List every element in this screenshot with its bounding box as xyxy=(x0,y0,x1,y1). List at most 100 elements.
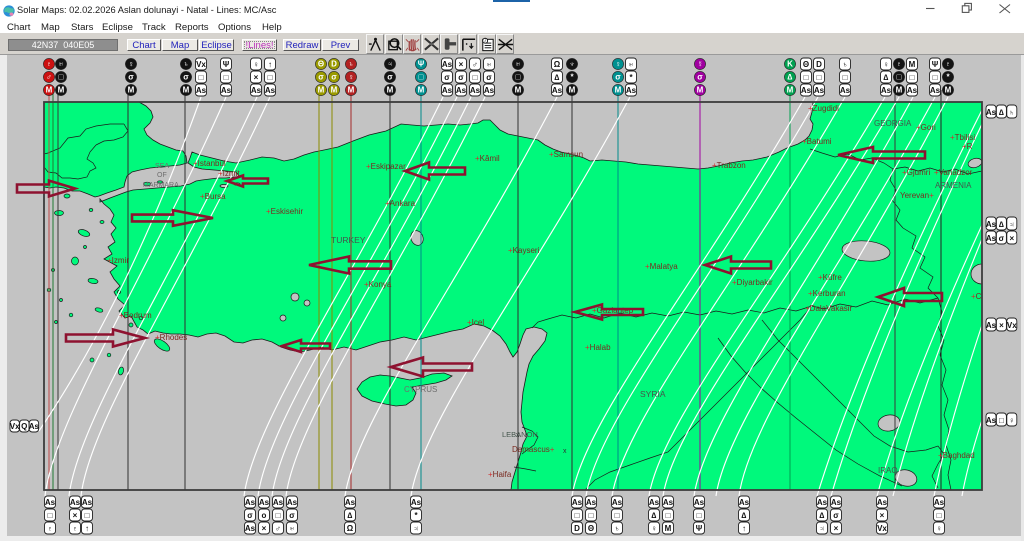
svg-text:K: K xyxy=(787,60,793,69)
svg-text:As: As xyxy=(442,60,453,69)
svg-text:M: M xyxy=(615,86,622,95)
svg-text:M: M xyxy=(945,86,952,95)
svg-text:As: As xyxy=(986,416,997,425)
svg-text:+Gaziantep: +Gaziantep xyxy=(592,306,634,315)
svg-text:D: D xyxy=(331,60,337,69)
svg-text:Ψ: Ψ xyxy=(418,60,425,69)
svg-text:As: As xyxy=(411,498,422,507)
svg-text:+Ankara: +Ankara xyxy=(385,199,416,208)
svg-text:□: □ xyxy=(268,73,273,82)
svg-text:As: As xyxy=(265,86,276,95)
svg-text:+Haifa: +Haifa xyxy=(488,470,512,479)
svg-text:+Baghdad: +Baghdad xyxy=(938,451,975,460)
svg-text:As: As xyxy=(831,498,842,507)
svg-text:∆: ∆ xyxy=(742,511,747,520)
svg-text:As: As xyxy=(986,108,997,117)
svg-text:♀: ♀ xyxy=(128,60,134,69)
svg-text:□: □ xyxy=(276,511,281,520)
svg-text:σ: σ xyxy=(128,73,134,82)
svg-text:+Samsun: +Samsun xyxy=(549,150,583,159)
svg-text:σ: σ xyxy=(247,511,253,520)
svg-text:As: As xyxy=(221,86,232,95)
svg-text:As: As xyxy=(663,498,674,507)
svg-text:+Kâmil: +Kâmil xyxy=(475,154,500,163)
svg-text:↑: ↑ xyxy=(85,524,89,533)
svg-text:As: As xyxy=(552,86,563,95)
svg-text:σ: σ xyxy=(458,73,464,82)
svg-text:∆: ∆ xyxy=(884,73,889,82)
svg-text:As: As xyxy=(986,234,997,243)
svg-text:♀: ♀ xyxy=(253,60,259,69)
svg-text:+Bodrum: +Bodrum xyxy=(119,311,152,320)
svg-text:σ: σ xyxy=(444,73,450,82)
svg-text:□: □ xyxy=(817,73,822,82)
svg-text:σ: σ xyxy=(289,511,295,520)
svg-text:IRAQ: IRAQ xyxy=(878,466,898,475)
svg-text:As: As xyxy=(930,86,941,95)
svg-text:♃: ♃ xyxy=(413,524,419,533)
svg-text:×: × xyxy=(73,511,78,520)
svg-text:M: M xyxy=(58,86,65,95)
svg-text:As: As xyxy=(694,498,705,507)
svg-text:×: × xyxy=(834,524,839,533)
svg-text:Yerevan+: Yerevan+ xyxy=(900,191,934,200)
svg-text:+Eskisehir: +Eskisehir xyxy=(266,207,303,216)
svg-text:Θ: Θ xyxy=(318,60,324,69)
svg-text:♂: ♂ xyxy=(46,73,52,82)
svg-text:♅: ♅ xyxy=(289,524,295,533)
svg-text:M: M xyxy=(183,86,190,95)
svg-text:As: As xyxy=(612,498,623,507)
svg-text:♄: ♄ xyxy=(183,60,189,69)
svg-text:□: □ xyxy=(843,73,848,82)
svg-text:As: As xyxy=(273,498,284,507)
svg-text:As: As xyxy=(259,498,270,507)
svg-text:Q: Q xyxy=(21,422,27,431)
svg-text:□: □ xyxy=(804,73,809,82)
svg-text:M: M xyxy=(787,86,794,95)
svg-text:Vx: Vx xyxy=(10,422,20,431)
svg-text:As: As xyxy=(572,498,583,507)
svg-text:M: M xyxy=(909,60,916,69)
svg-text:□: □ xyxy=(473,73,478,82)
svg-text:As: As xyxy=(907,86,918,95)
svg-text:+Diyarbakir: +Diyarbakir xyxy=(732,278,773,287)
svg-text:M: M xyxy=(697,86,704,95)
svg-text:MARMARA: MARMARA xyxy=(143,182,179,189)
svg-text:M: M xyxy=(331,86,338,95)
svg-text:M: M xyxy=(569,86,576,95)
svg-text:♃: ♃ xyxy=(387,60,393,69)
svg-text:□: □ xyxy=(224,73,229,82)
svg-text:x: x xyxy=(563,448,567,455)
svg-text:LEBANON: LEBANON xyxy=(502,430,538,439)
svg-text:σ: σ xyxy=(183,73,189,82)
svg-text:Vx: Vx xyxy=(196,60,206,69)
svg-text:D: D xyxy=(816,60,822,69)
svg-text:+Batumi: +Batumi xyxy=(802,137,832,146)
svg-text:σ: σ xyxy=(318,73,324,82)
svg-text:∆: ∆ xyxy=(348,511,353,520)
svg-text:♅: ♅ xyxy=(486,60,492,69)
svg-text:□: □ xyxy=(933,73,938,82)
svg-text:Vx: Vx xyxy=(877,524,887,533)
svg-text:As: As xyxy=(814,86,825,95)
svg-text:D: D xyxy=(574,524,580,533)
svg-text:♆: ♆ xyxy=(569,60,575,69)
svg-text:σ: σ xyxy=(331,73,337,82)
svg-text:♇: ♇ xyxy=(46,60,52,69)
svg-text:♃: ♃ xyxy=(819,524,825,533)
svg-text:OF: OF xyxy=(157,172,167,179)
svg-text:+Zugdidi: +Zugdidi xyxy=(808,104,839,113)
svg-text:+Tbilisi: +Tbilisi xyxy=(950,133,975,142)
svg-text:As: As xyxy=(817,498,828,507)
svg-text:M: M xyxy=(515,86,522,95)
svg-text:M: M xyxy=(46,86,53,95)
svg-text:As: As xyxy=(442,86,453,95)
svg-text:+Bursa: +Bursa xyxy=(200,192,226,201)
svg-text:□: □ xyxy=(589,511,594,520)
svg-text:×: × xyxy=(262,524,267,533)
svg-text:SYRIA: SYRIA xyxy=(640,389,666,399)
svg-text:As: As xyxy=(986,321,997,330)
svg-text:♇: ♇ xyxy=(896,60,902,69)
svg-text:As: As xyxy=(649,498,660,507)
svg-text:+Icel: +Icel xyxy=(467,318,484,327)
